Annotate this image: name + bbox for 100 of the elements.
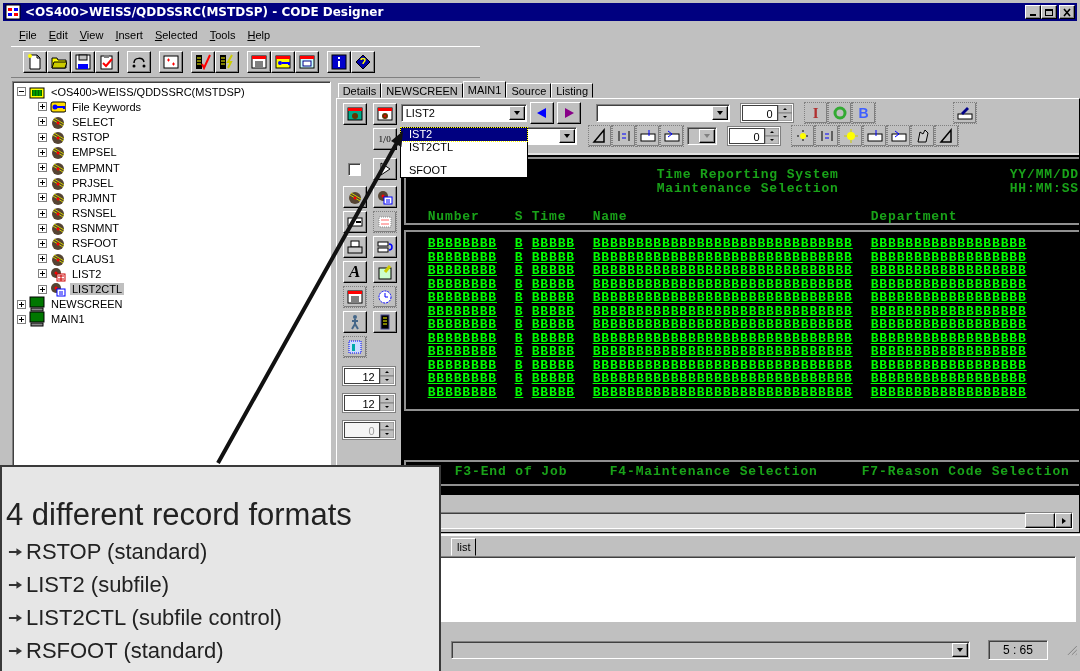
tree-item[interactable]: <OS400>WEISS/QDDSSRC(MSTDSP) bbox=[49, 85, 247, 98]
key-window-button[interactable] bbox=[271, 51, 295, 73]
expand-toggle[interactable] bbox=[38, 102, 47, 112]
expand-toggle[interactable] bbox=[38, 117, 47, 127]
list-window-button[interactable] bbox=[342, 286, 367, 308]
tab[interactable]: Listing bbox=[551, 83, 594, 98]
running-figure-button[interactable] bbox=[342, 311, 367, 333]
data-column-button[interactable] bbox=[372, 311, 397, 333]
expand-toggle[interactable] bbox=[38, 269, 47, 279]
right-triangle-button[interactable] bbox=[556, 102, 581, 124]
record-window-button[interactable] bbox=[372, 103, 397, 125]
expand-toggle[interactable] bbox=[38, 132, 47, 142]
expand-toggle[interactable] bbox=[38, 208, 47, 218]
crosshair-button[interactable] bbox=[790, 125, 815, 147]
menu-item[interactable]: Tools bbox=[203, 29, 242, 41]
scroll-thumb[interactable] bbox=[1025, 513, 1055, 528]
tree-item[interactable]: File Keywords bbox=[70, 100, 144, 113]
record-window-button[interactable] bbox=[342, 103, 367, 125]
tree-item[interactable]: RSTOP bbox=[70, 131, 112, 144]
open-folder-button[interactable] bbox=[47, 51, 71, 73]
field-cursor-button[interactable] bbox=[635, 125, 660, 147]
tree-item[interactable]: SELECT bbox=[70, 115, 117, 128]
menu-item[interactable]: File bbox=[13, 29, 43, 41]
dotted-panel-button[interactable] bbox=[342, 336, 367, 358]
scroll-right-button[interactable] bbox=[1055, 513, 1072, 528]
expand-toggle[interactable] bbox=[38, 254, 47, 264]
menu-item[interactable]: Insert bbox=[109, 29, 149, 41]
printer-button[interactable] bbox=[342, 236, 367, 258]
expand-toggle[interactable] bbox=[17, 314, 26, 324]
combo-box[interactable] bbox=[686, 127, 717, 145]
tree-item[interactable]: RSNMNT bbox=[70, 222, 122, 235]
swap-fields-button[interactable] bbox=[372, 236, 397, 258]
combo-box[interactable] bbox=[595, 104, 730, 122]
info-button[interactable] bbox=[327, 51, 351, 73]
left-triangle-button[interactable] bbox=[529, 102, 554, 124]
expand-toggle[interactable] bbox=[38, 178, 47, 188]
combo-box[interactable] bbox=[451, 641, 970, 659]
menu-item[interactable]: Help bbox=[241, 29, 277, 41]
field-arrow-button[interactable] bbox=[886, 125, 911, 147]
expand-toggle[interactable] bbox=[38, 238, 47, 248]
dotted-list-button[interactable] bbox=[372, 211, 397, 233]
tree-item[interactable]: MAIN1 bbox=[49, 313, 87, 326]
note-pen-button[interactable] bbox=[372, 261, 397, 283]
record-combo[interactable]: LIST2 bbox=[400, 104, 527, 122]
tree-item[interactable]: EMPSEL bbox=[70, 146, 119, 159]
field-arrow-button[interactable] bbox=[659, 125, 684, 147]
spin-box[interactable]: 12 bbox=[342, 367, 395, 385]
tree-item[interactable]: RSFOOT bbox=[70, 237, 120, 250]
tree-item[interactable]: RSNSEL bbox=[70, 207, 119, 220]
menu-item[interactable]: View bbox=[73, 29, 110, 41]
spin-box[interactable]: 0 bbox=[727, 127, 780, 145]
checkmark-list-button[interactable] bbox=[191, 51, 215, 73]
expand-toggle[interactable] bbox=[38, 163, 47, 173]
clock-button[interactable] bbox=[372, 286, 397, 308]
close-button[interactable] bbox=[1059, 5, 1075, 19]
hand-button[interactable] bbox=[910, 125, 935, 147]
tab[interactable]: MAIN1 bbox=[462, 81, 507, 98]
help-diamond-button[interactable] bbox=[351, 51, 375, 73]
window-button[interactable] bbox=[295, 51, 319, 73]
striped-disc-button[interactable] bbox=[342, 186, 367, 208]
tree-item[interactable]: LIST2 bbox=[70, 267, 104, 280]
save-disk-button[interactable] bbox=[71, 51, 95, 73]
tab[interactable]: NEWSCREEN bbox=[381, 83, 463, 98]
disc-list-button[interactable] bbox=[372, 186, 397, 208]
expand-toggle[interactable] bbox=[38, 147, 47, 157]
tab[interactable]: Details bbox=[337, 83, 382, 98]
tab[interactable]: list bbox=[451, 538, 477, 556]
expand-toggle[interactable] bbox=[17, 299, 26, 309]
expand-toggle[interactable] bbox=[38, 223, 47, 233]
dropdown-item[interactable]: IST2CTL bbox=[401, 140, 527, 153]
sun-button[interactable] bbox=[838, 125, 863, 147]
italic-style-button[interactable]: I bbox=[803, 102, 828, 124]
dropdown-item[interactable]: IST2 bbox=[401, 128, 527, 141]
minimize-button[interactable] bbox=[1025, 5, 1041, 19]
bracket-lines-button[interactable] bbox=[814, 125, 839, 147]
menu-item[interactable]: Selected bbox=[148, 29, 204, 41]
curved-arrow-button[interactable] bbox=[127, 51, 151, 73]
dropdown-item[interactable]: SFOOT bbox=[401, 164, 527, 177]
collapse-toggle[interactable] bbox=[17, 87, 26, 97]
checkbox[interactable] bbox=[348, 162, 362, 176]
pen-field-button[interactable] bbox=[952, 102, 977, 124]
triangle-ruler-button[interactable] bbox=[587, 125, 612, 147]
tree-item[interactable]: CLAUS1 bbox=[70, 252, 117, 265]
crosshair-frame-button[interactable] bbox=[159, 51, 183, 73]
expand-toggle[interactable] bbox=[38, 284, 47, 294]
horizontal-scrollbar[interactable] bbox=[438, 512, 1073, 529]
tree-item[interactable]: PRJSEL bbox=[70, 176, 116, 189]
tree-item[interactable]: EMPMNT bbox=[70, 161, 122, 174]
new-document-button[interactable] bbox=[23, 51, 47, 73]
expand-toggle[interactable] bbox=[38, 193, 47, 203]
spin-box[interactable]: 12 bbox=[342, 394, 395, 412]
tree-item[interactable]: LIST2CTL bbox=[70, 283, 125, 296]
field-cursor-button[interactable] bbox=[862, 125, 887, 147]
font-button[interactable]: A bbox=[342, 261, 367, 283]
lightning-list-button[interactable] bbox=[215, 51, 239, 73]
bracket-lines-button[interactable] bbox=[611, 125, 636, 147]
triangle-ruler-button[interactable] bbox=[934, 125, 959, 147]
tab[interactable]: Source bbox=[506, 83, 552, 98]
maximize-button[interactable] bbox=[1041, 5, 1057, 19]
tree-item[interactable]: NEWSCREEN bbox=[49, 298, 125, 311]
